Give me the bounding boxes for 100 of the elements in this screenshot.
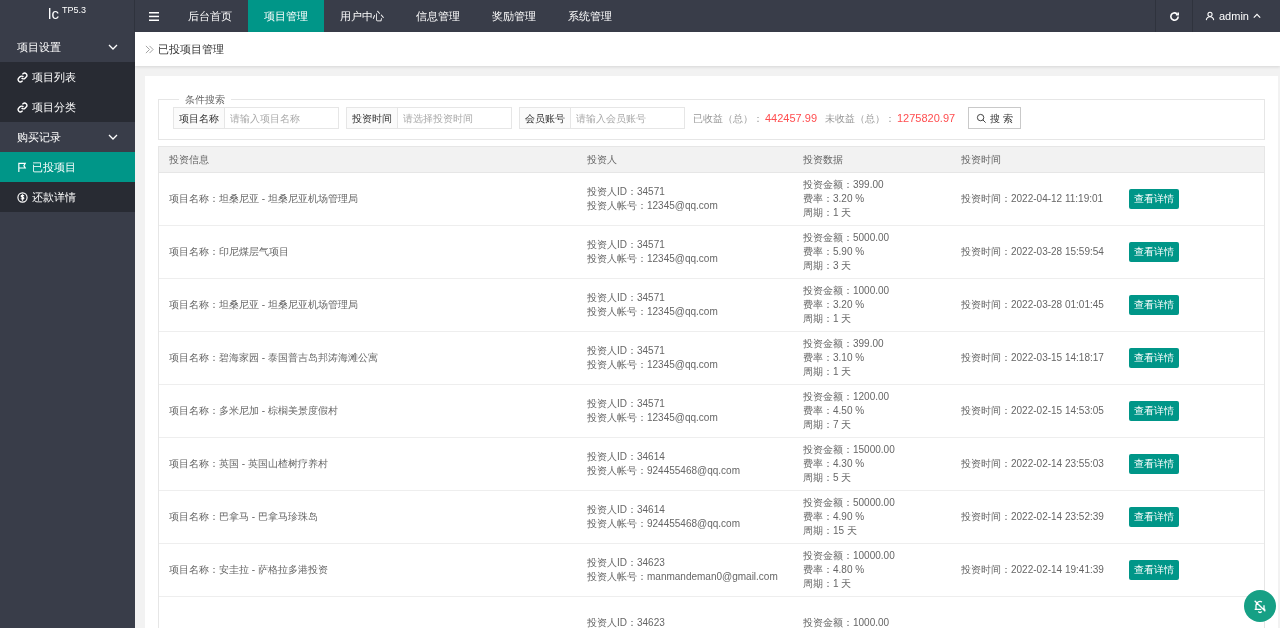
table-cell-text: 投资金额：1200.00: [803, 390, 891, 404]
view-details-button[interactable]: 查看详情: [1129, 348, 1179, 368]
table-cell-text: 投资金额：50000.00: [803, 496, 896, 510]
table-cell: 项目名称：巴拿马 - 巴拿马珍珠岛: [169, 511, 318, 522]
table-cell: 项目名称：碧海家园 - 泰国普吉岛邦涛海滩公寓: [169, 352, 378, 363]
dollar-icon: [17, 191, 28, 203]
nav-tab[interactable]: 信息管理: [400, 0, 476, 32]
table-cell: 投资时间：2022-04-12 11:19:01: [961, 193, 1104, 204]
table-cell-text: 费率：3.20 %: [803, 298, 866, 312]
stat-label: 未收益（总）：: [825, 111, 895, 126]
table-cell-text: 投资金额：5000.00: [803, 231, 891, 245]
search-legend: 条件搜索: [179, 92, 231, 107]
table-cell-text: 投资人ID：34623: [587, 556, 666, 570]
view-details-button[interactable]: 查看详情: [1129, 295, 1179, 315]
table-cell-text: 投资人帐号：manmandeman0@gmail.com: [587, 570, 779, 584]
stat-label: 已收益（总）：: [693, 111, 763, 126]
caret-icon: [1252, 12, 1261, 20]
table-cell-text: 费率：5.90 %: [803, 245, 866, 259]
table-cell-text: 投资人帐号：924455468@qq.com: [587, 464, 741, 478]
view-details-button[interactable]: 查看详情: [1129, 242, 1179, 262]
table-cell-text: 投资人帐号：12345@qq.com: [587, 252, 719, 266]
column-header: 投资时间: [960, 153, 1002, 167]
table-cell-text: 投资人帐号：924455468@qq.com: [587, 517, 741, 531]
field-label: 投资时间: [346, 107, 398, 129]
table-cell-text: 费率：3.20 %: [803, 192, 866, 206]
table-cell-text: 投资人帐号：12345@qq.com: [587, 199, 719, 213]
view-details-button[interactable]: 查看详情: [1129, 560, 1179, 580]
table-cell-text: 周期：1 天: [803, 206, 853, 220]
table-cell-text: 周期：5 天: [803, 471, 853, 485]
table-cell: 投资时间：2022-02-15 14:53:05: [961, 405, 1104, 416]
view-details-button[interactable]: 查看详情: [1129, 454, 1179, 474]
table-cell: 投资时间：2022-03-28 15:59:54: [961, 246, 1104, 257]
sidebar-item[interactable]: 项目分类: [0, 92, 135, 122]
double-chevron-icon: [145, 44, 154, 54]
table-cell-text: 费率：4.50 %: [803, 404, 866, 418]
table-cell-text: 投资金额：15000.00: [803, 443, 896, 457]
table-cell: 投资时间：2022-02-14 23:52:39: [961, 511, 1104, 522]
sidebar-item[interactable]: 已投项目: [0, 152, 135, 182]
input-field[interactable]: 请选择投资时间: [398, 107, 512, 129]
search-button[interactable]: 搜 索: [968, 107, 1021, 129]
input-field[interactable]: 请输入会员账号: [571, 107, 685, 129]
view-details-button[interactable]: 查看详情: [1129, 189, 1179, 209]
column-header: 投资人: [586, 153, 618, 167]
sidebar-item[interactable]: 还款详情: [0, 182, 135, 212]
table-cell: 投资时间：2022-03-15 14:18:17: [961, 352, 1104, 363]
stat-value: 1275820.97: [897, 110, 956, 126]
table-cell-text: 周期：15 天: [803, 524, 858, 538]
table-cell-text: 周期：3 天: [803, 259, 853, 273]
user-icon: [1205, 11, 1215, 21]
flag-icon: [17, 161, 28, 173]
table-cell: 项目名称：多米尼加 - 棕榈美景度假村: [169, 405, 338, 416]
table-cell-text: 投资人ID：34571: [587, 185, 666, 199]
field-label: 项目名称: [173, 107, 225, 129]
table-cell-text: 投资人帐号：12345@qq.com: [587, 411, 719, 425]
table-cell: 项目名称：英国 - 英国山楂树疗养村: [169, 458, 328, 469]
nav-tab[interactable]: 后台首页: [172, 0, 248, 32]
table-cell-text: 投资人ID：34571: [587, 397, 666, 411]
table-cell-text: 投资金额：399.00: [803, 337, 885, 351]
view-details-button[interactable]: 查看详情: [1129, 507, 1179, 527]
nav-tab[interactable]: 用户中心: [324, 0, 400, 32]
table-cell-text: 投资人ID：34571: [587, 291, 666, 305]
table-cell: 项目名称：坦桑尼亚 - 坦桑尼亚机场管理局: [169, 193, 358, 204]
table-cell-text: 投资人ID：34614: [587, 503, 666, 517]
table-cell: 投资时间：2022-02-14 19:41:39: [961, 564, 1104, 575]
input-field[interactable]: 请输入项目名称: [225, 107, 339, 129]
table-cell-text: 费率：3.10 %: [803, 351, 866, 365]
refresh-icon: [1168, 10, 1180, 22]
chevron-icon: [108, 42, 118, 52]
column-header: 投资信息: [168, 153, 210, 167]
breadcrumb-text: 已投项目管理: [158, 41, 224, 57]
field-label: 会员账号: [519, 107, 571, 129]
menu-icon: [148, 11, 159, 21]
table-cell-text: 投资金额：399.00: [803, 178, 885, 192]
nav-tab[interactable]: 系统管理: [552, 0, 628, 32]
table-cell: 投资时间：2022-02-14 23:55:03: [961, 458, 1104, 469]
table-cell-text: 周期：1 天: [803, 312, 853, 326]
chevron-icon: [108, 132, 118, 142]
table-cell: 项目名称：安圭拉 - 萨格拉多港投资: [169, 564, 328, 575]
link-icon: [17, 101, 28, 113]
table-cell-text: 周期：1 天: [803, 577, 853, 591]
bell-off-icon: [1252, 598, 1268, 614]
table-cell-text: 周期：1 天: [803, 365, 853, 379]
table-cell-text: 投资人ID：34623: [587, 616, 666, 628]
search-icon: [976, 112, 988, 124]
table-cell-text: 费率：4.90 %: [803, 510, 866, 524]
nav-tab[interactable]: 奖励管理: [476, 0, 552, 32]
user-name: admin: [1219, 8, 1249, 24]
table-cell-text: 投资人ID：34614: [587, 450, 666, 464]
table-cell: 项目名称：印尼煤层气项目: [169, 246, 289, 257]
stat-value: 442457.99: [765, 110, 817, 126]
view-details-button[interactable]: 查看详情: [1129, 401, 1179, 421]
table-cell: 投资时间：2022-03-28 01:01:45: [961, 299, 1104, 310]
nav-tab[interactable]: 项目管理: [248, 0, 324, 32]
table-cell-text: 周期：7 天: [803, 418, 853, 432]
column-header: 投资数据: [802, 153, 844, 167]
table-cell-text: 投资金额：1000.00: [803, 284, 891, 298]
table-cell-text: 投资人ID：34571: [587, 344, 666, 358]
sidebar-item[interactable]: 项目列表: [0, 62, 135, 92]
table-cell-text: 投资人帐号：12345@qq.com: [587, 358, 719, 372]
table-cell-text: 投资人ID：34571: [587, 238, 666, 252]
